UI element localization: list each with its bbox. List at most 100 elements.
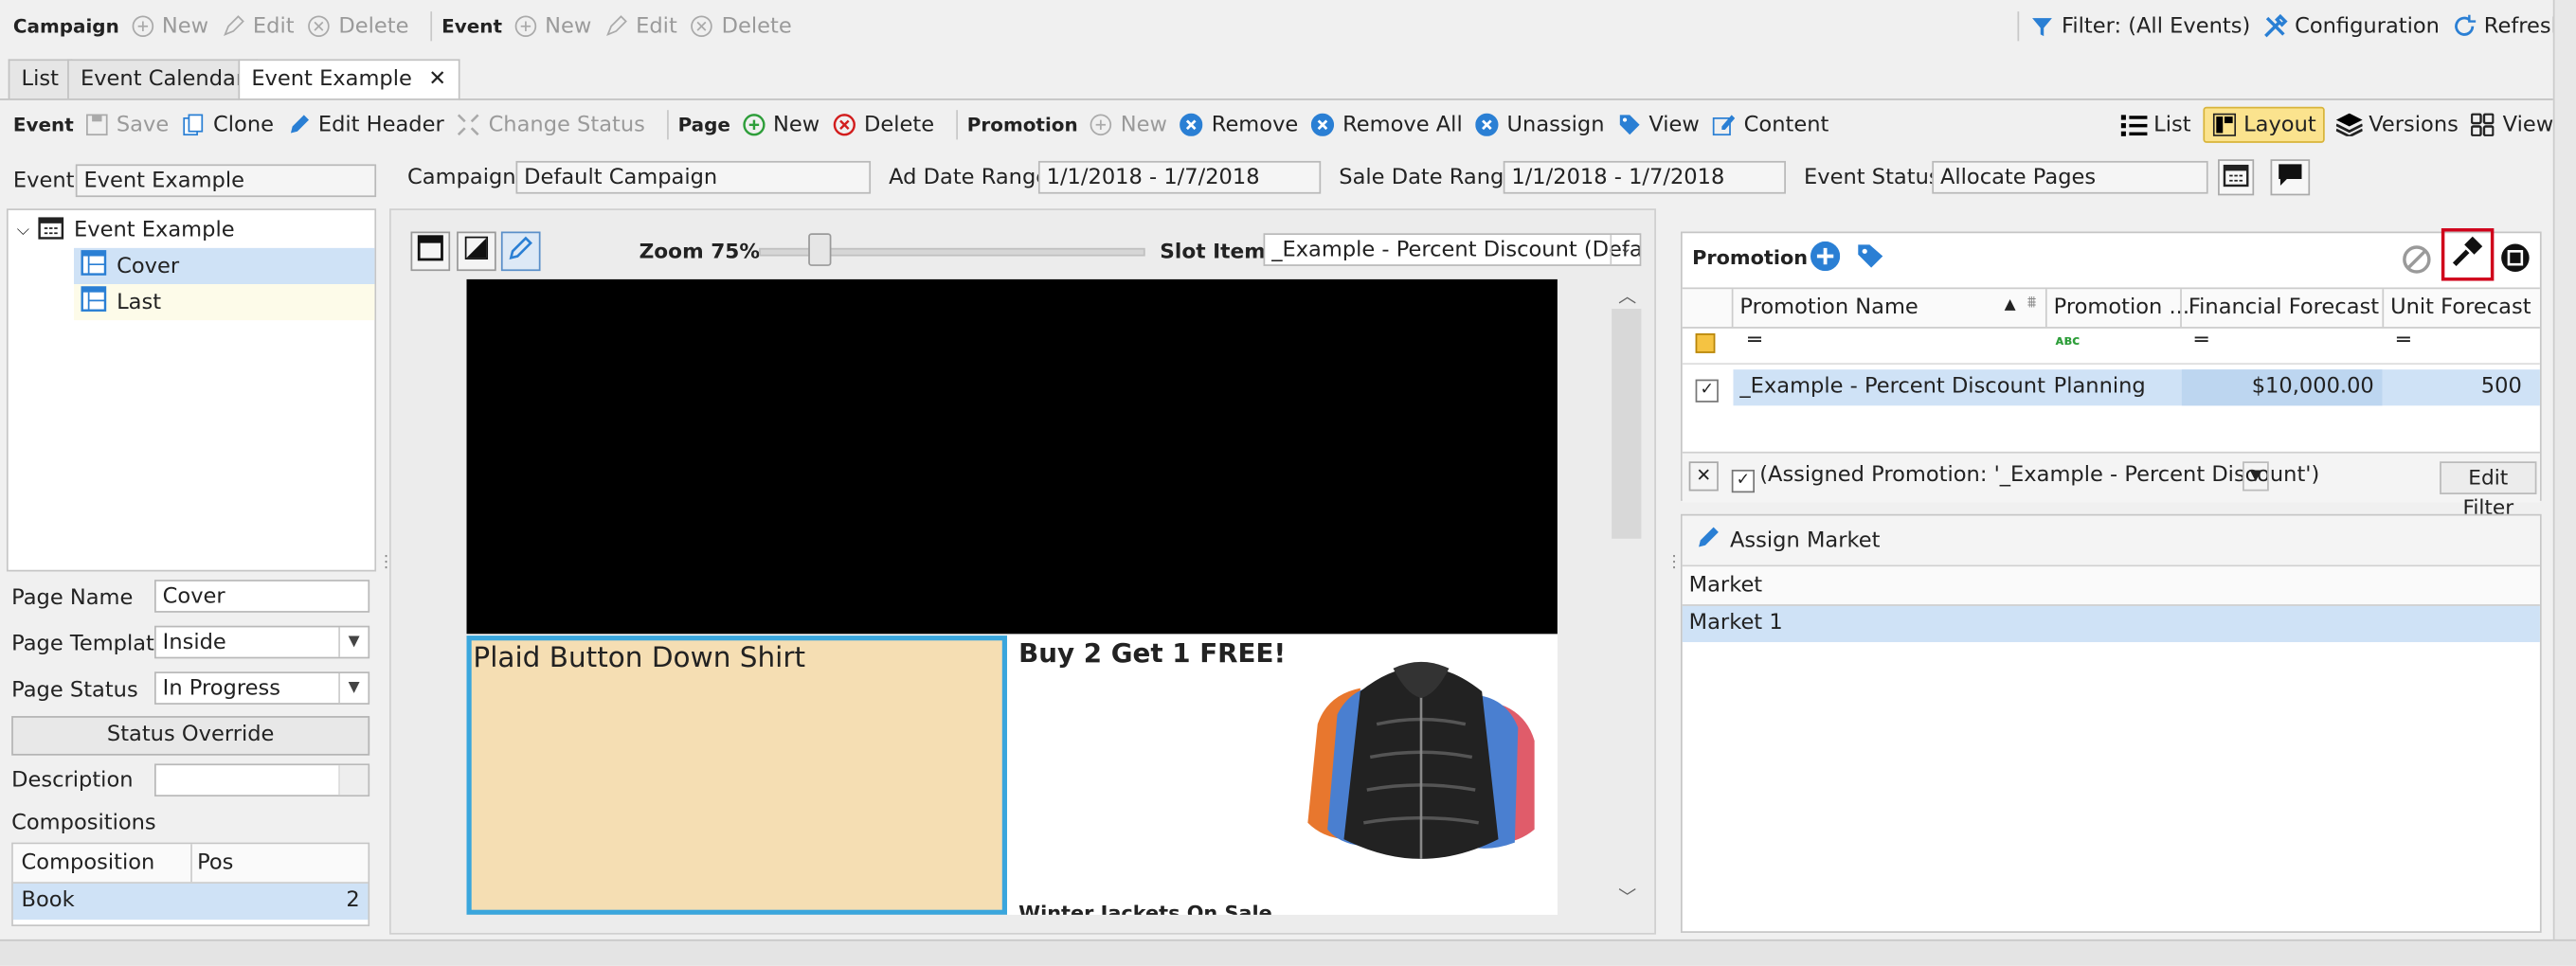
market-panel: Assign Market Market Market 1 [1680, 513, 2542, 933]
comment-button[interactable] [2270, 159, 2311, 196]
slot-right[interactable]: Buy 2 Get 1 FREE! Winter Jackets On Sale [1012, 635, 1558, 915]
table-row[interactable]: Book 2 [12, 883, 369, 921]
sale-date-field[interactable]: 1/1/2018 - 1/7/2018 [1503, 160, 1786, 194]
sort-asc-icon[interactable]: ▲ [2005, 297, 2016, 313]
promo-new-button[interactable]: New [1088, 112, 1167, 138]
edit-mode-button[interactable] [500, 231, 541, 272]
table-row[interactable]: ✓ _Example - Percent Discount Planning $… [1683, 369, 2540, 406]
slot-right-title: Buy 2 Get 1 FREE! [1018, 636, 1287, 669]
clone-button[interactable]: Clone [180, 112, 274, 138]
versions-button[interactable]: Versions [2335, 112, 2459, 138]
list-view-button[interactable]: List [2120, 112, 2191, 138]
campaign-edit-button[interactable]: Edit [220, 13, 295, 40]
column-header[interactable]: Pos [197, 850, 233, 875]
scrollbar-thumb[interactable] [1612, 309, 1642, 539]
equals-icon[interactable]: ═ [2195, 329, 2208, 353]
status-override-button[interactable]: Status Override [11, 716, 370, 756]
tree-item-last[interactable]: Last [74, 283, 375, 321]
column-header-promotion-name[interactable]: Promotion Name [1739, 295, 1918, 320]
remove-all-button[interactable]: Remove All [1309, 112, 1463, 138]
add-promotion-icon[interactable] [1810, 241, 1841, 277]
campaign-field[interactable]: Default Campaign [515, 160, 872, 194]
filter-enabled-checkbox[interactable]: ✓ [1731, 466, 1756, 493]
event-edit-button[interactable]: Edit [603, 13, 677, 40]
assign-market-button[interactable]: Assign Market [1696, 524, 1880, 557]
page-template-select[interactable]: Inside ▼ [154, 625, 370, 659]
slot-left[interactable]: Plaid Button Down Shirt [466, 635, 1008, 915]
tree-item-cover[interactable]: Cover [74, 247, 375, 284]
campaign-new-button[interactable]: New [129, 13, 208, 40]
chevron-down-icon[interactable]: ﹀ [1618, 884, 1636, 910]
refresh-button[interactable]: Refresh [2451, 13, 2565, 40]
content-button[interactable]: Content [1711, 112, 1828, 138]
column-header-financial[interactable]: Financial Forecast [2189, 295, 2379, 320]
configuration-button[interactable]: Configuration [2261, 13, 2440, 40]
view-button[interactable]: View [1616, 112, 1700, 138]
event-status-field[interactable]: Allocate Pages [1932, 160, 2208, 194]
calendar-button[interactable] [2218, 159, 2255, 196]
save-button[interactable]: Save [83, 112, 169, 138]
chevron-up-icon[interactable]: ︿ [1618, 282, 1636, 309]
edit-header-button[interactable]: Edit Header [285, 112, 444, 138]
filter-row-indicator-icon [1695, 333, 1716, 353]
tree-root[interactable]: ⌵ Event Example [9, 212, 375, 248]
column-header-units[interactable]: Unit Forecast [2390, 295, 2531, 320]
table-row[interactable]: Market 1 [1682, 605, 2540, 643]
column-header-market[interactable]: Market [1689, 573, 1762, 598]
pencil-icon [285, 112, 312, 138]
zoom-slider-thumb[interactable] [808, 233, 832, 266]
layout-view-button[interactable]: Layout [2202, 106, 2325, 143]
tab-event-calendar[interactable]: Event Calendar [67, 59, 258, 99]
filter-text: (Assigned Promotion: '_Example - Percent… [1759, 463, 2320, 489]
event-new-button[interactable]: New [512, 13, 591, 40]
tag-icon[interactable] [1857, 243, 1886, 277]
equals-icon[interactable]: ═ [2397, 329, 2410, 353]
tab-list[interactable]: List [8, 59, 72, 99]
slot-item-select[interactable]: _Example - Percent Discount (Defau ⌄ [1263, 233, 1642, 266]
close-icon[interactable]: ✕ [428, 67, 446, 92]
header-slot[interactable] [466, 278, 1558, 635]
promotion-filter-row[interactable]: ═ ᴀʙᴄ ═ ═ [1682, 327, 2540, 365]
views-button[interactable]: Views [2470, 112, 2565, 138]
promotion-panel: Promotion Promotion Name ▲ ⩩ Promotion .… [1680, 228, 2542, 519]
tab-event-example[interactable]: Event Example ✕ [238, 59, 460, 100]
event-delete-button[interactable]: Delete [689, 13, 792, 40]
column-header-promotion-status[interactable]: Promotion ... [2054, 295, 2189, 320]
event-field[interactable]: Event Example [75, 164, 377, 198]
remove-circle-icon [1179, 112, 1205, 138]
description-input[interactable] [154, 763, 370, 797]
equals-icon[interactable]: ═ [1748, 329, 1761, 353]
change-status-button[interactable]: Change Status [456, 112, 645, 138]
block-icon[interactable] [2402, 244, 2431, 280]
abc-filter-icon[interactable]: ᴀʙᴄ [2055, 333, 2080, 349]
splitter-handle[interactable]: ⋮ [378, 554, 394, 585]
canvas-scrollbar[interactable]: ︿ ﹀ [1612, 279, 1642, 915]
clear-filter-icon[interactable]: ✕ [1688, 461, 1719, 492]
dropdown-arrow-icon[interactable]: ▼ [338, 627, 368, 657]
ad-date-field[interactable]: 1/1/2018 - 1/7/2018 [1037, 160, 1322, 194]
splitter-handle[interactable]: ⋮ [1666, 554, 1682, 585]
dropdown-arrow-icon[interactable]: ⌄ [1610, 234, 1639, 265]
page-frame-button[interactable] [410, 231, 451, 272]
filter-dropdown-icon[interactable]: ▼ [2243, 461, 2269, 492]
window-edge [2552, 0, 2576, 964]
stop-icon[interactable] [2500, 243, 2530, 279]
page-name-input[interactable]: Cover [154, 580, 370, 613]
dropdown-arrow-icon[interactable]: ▼ [338, 672, 368, 704]
row-checkbox[interactable]: ✓ [1695, 376, 1719, 402]
column-header[interactable]: Composition [22, 850, 155, 875]
unassign-button[interactable]: Unassign [1474, 112, 1605, 138]
contrast-button[interactable] [457, 231, 496, 272]
filter-icon[interactable]: ⩩ [2027, 294, 2036, 312]
filter-button[interactable]: Filter: (All Events) [2028, 13, 2250, 40]
page-delete-button[interactable]: Delete [831, 112, 934, 138]
tree-root-label: Event Example [74, 217, 235, 242]
remove-button[interactable]: Remove [1179, 112, 1298, 138]
campaign-delete-button[interactable]: Delete [306, 13, 408, 40]
collapse-chevron-icon[interactable]: ⌵ [9, 221, 38, 239]
page-new-button[interactable]: New [740, 112, 820, 138]
gavel-tool-button[interactable] [2441, 228, 2495, 281]
edit-filter-button[interactable]: Edit Filter [2440, 461, 2537, 519]
toolbar-divider [666, 110, 669, 140]
page-status-select[interactable]: In Progress ▼ [154, 671, 370, 705]
